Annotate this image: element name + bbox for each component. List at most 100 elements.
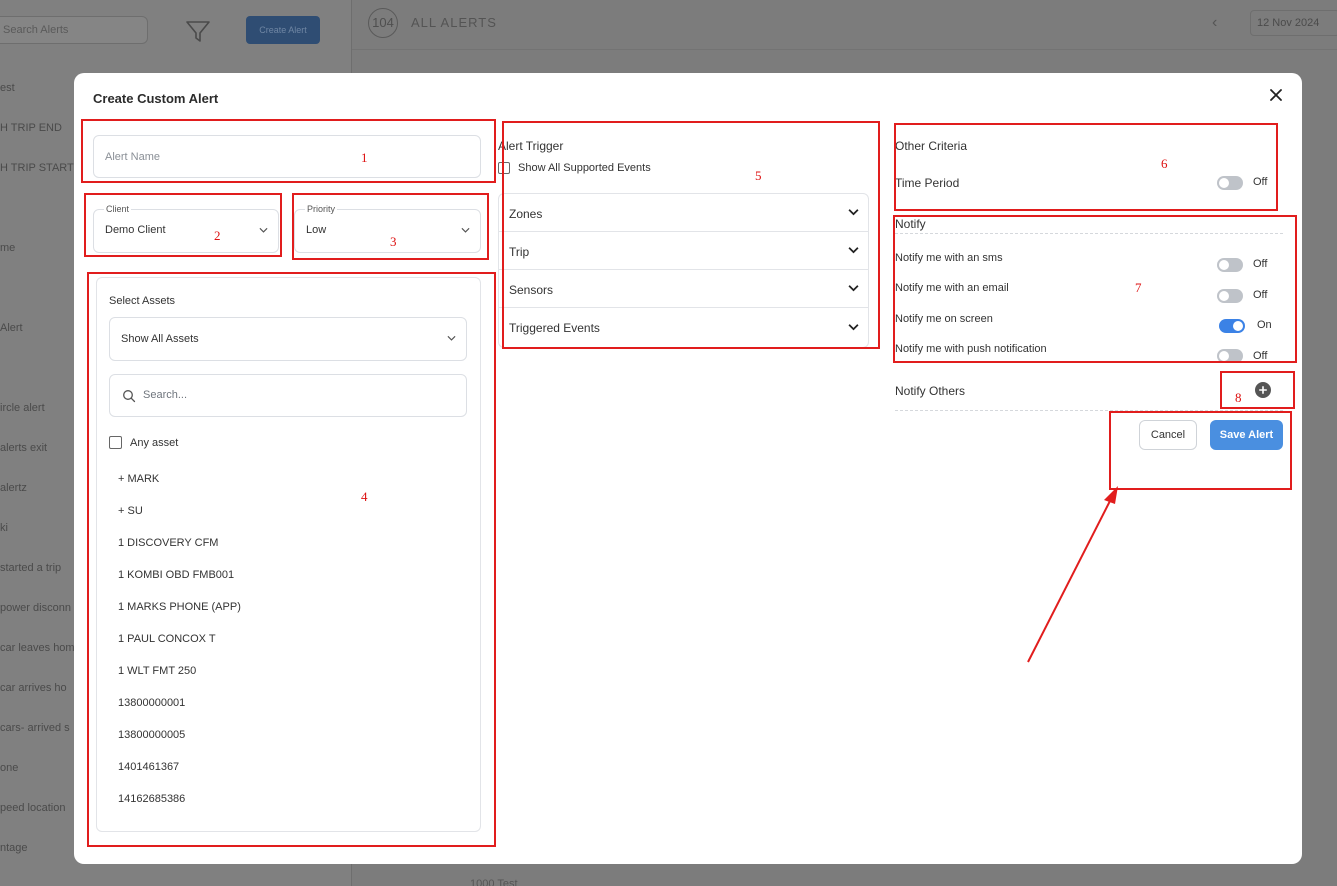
asset-list-item[interactable]: 1 PAUL CONCOX T — [118, 633, 241, 665]
notify-title: Notify — [895, 217, 926, 231]
alert-list-item[interactable]: car leaves hom — [0, 642, 75, 654]
cancel-button[interactable]: Cancel — [1139, 420, 1197, 450]
chevron-down-icon — [848, 284, 859, 291]
divider — [895, 233, 1283, 234]
alert-list-item[interactable]: peed location — [0, 802, 65, 814]
show-all-events-option: Show All Supported Events — [498, 162, 651, 174]
assets-filter-select[interactable]: Show All Assets — [109, 317, 467, 361]
assets-search-input[interactable]: Search... — [109, 374, 467, 417]
alert-list-item[interactable]: ki — [0, 522, 8, 534]
notify-push-state: Off — [1253, 350, 1268, 362]
annotation-number: 2 — [214, 228, 221, 243]
asset-list-item[interactable]: 1401461367 — [118, 761, 241, 793]
alert-list-item[interactable]: started a trip — [0, 562, 61, 574]
divider — [895, 410, 1283, 411]
time-period-label: Time Period — [895, 176, 960, 190]
alerts-count-badge: 104 — [368, 8, 398, 38]
notify-sms-state: Off — [1253, 258, 1268, 270]
close-icon[interactable] — [1266, 85, 1286, 105]
chevron-down-icon — [447, 335, 456, 341]
chevron-down-icon — [848, 246, 859, 253]
time-period-toggle[interactable] — [1217, 176, 1243, 190]
notify-sms-label: Notify me with an sms — [895, 252, 1003, 264]
accordion-sensors[interactable]: Sensors — [499, 270, 868, 308]
alert-trigger-title: Alert Trigger — [498, 139, 564, 153]
alert-list-item[interactable]: alertz — [0, 482, 27, 494]
asset-list-item[interactable]: + SU — [118, 505, 241, 537]
asset-list-item[interactable]: 13800000001 — [118, 697, 241, 729]
accordion-zones[interactable]: Zones — [499, 194, 868, 232]
alert-list-item[interactable]: Alert — [0, 322, 23, 334]
chevron-down-icon — [259, 227, 268, 233]
show-all-events-checkbox[interactable] — [498, 162, 510, 174]
show-all-events-label: Show All Supported Events — [518, 162, 651, 174]
annotation-number: 1 — [361, 150, 368, 165]
alert-list-item[interactable]: one — [0, 762, 18, 774]
select-assets-label: Select Assets — [109, 295, 176, 307]
chevron-down-icon — [848, 208, 859, 215]
alert-name-placeholder: Alert Name — [105, 150, 161, 163]
any-asset-checkbox[interactable] — [109, 436, 122, 449]
priority-value: Low — [306, 224, 327, 236]
client-label: Client — [104, 204, 132, 214]
asset-list-item[interactable]: 13800000005 — [118, 729, 241, 761]
assets-search-placeholder: Search... — [143, 389, 188, 401]
asset-list-item[interactable]: + MARK — [118, 473, 241, 505]
assets-filter-value: Show All Assets — [121, 333, 199, 345]
notify-email-label: Notify me with an email — [895, 282, 1009, 294]
select-assets-panel: Select Assets Show All Assets Search... … — [96, 277, 481, 832]
create-alert-button[interactable]: Create Alert — [246, 16, 320, 44]
accordion-label: Zones — [509, 207, 543, 221]
chevron-left-icon[interactable]: ‹ — [1212, 14, 1217, 32]
date-picker[interactable]: 12 Nov 2024 — [1250, 10, 1337, 36]
alert-list-item[interactable]: H TRIP END — [0, 122, 62, 134]
priority-select[interactable]: Priority Low — [294, 204, 481, 253]
save-alert-button[interactable]: Save Alert — [1210, 420, 1283, 450]
annotation-number: 5 — [755, 168, 762, 183]
alert-name-input[interactable]: Alert Name — [93, 135, 481, 178]
notify-screen-label: Notify me on screen — [895, 313, 993, 325]
client-value: Demo Client — [105, 224, 166, 236]
accordion-label: Trip — [509, 245, 530, 259]
client-select[interactable]: Client Demo Client — [93, 204, 279, 253]
notify-email-state: Off — [1253, 289, 1268, 301]
annotation-number: 4 — [361, 489, 368, 504]
notify-email-toggle[interactable] — [1217, 289, 1243, 303]
asset-list-item[interactable]: 1 DISCOVERY CFM — [118, 537, 241, 569]
asset-list-item[interactable]: 1 MARKS PHONE (APP) — [118, 601, 241, 633]
notify-screen-state: On — [1257, 319, 1272, 331]
notify-sms-toggle[interactable] — [1217, 258, 1243, 272]
alert-list-item[interactable]: H TRIP START — [0, 162, 74, 174]
page-title: ALL ALERTS — [411, 15, 497, 30]
search-alerts-input[interactable]: Search Alerts — [0, 16, 148, 44]
annotation-number: 3 — [390, 234, 397, 249]
alert-list-item[interactable]: ircle alert — [0, 402, 45, 414]
add-circle-icon[interactable] — [1255, 382, 1271, 398]
accordion-triggered-events[interactable]: Triggered Events — [499, 308, 868, 347]
alert-list-item[interactable]: car arrives ho — [0, 682, 67, 694]
alert-list-item[interactable]: alerts exit — [0, 442, 47, 454]
alert-list-item[interactable]: cars- arrived s — [0, 722, 70, 734]
asset-list-item[interactable]: 1 KOMBI OBD FMB001 — [118, 569, 241, 601]
filter-icon[interactable] — [184, 17, 212, 45]
notify-others-label: Notify Others — [895, 384, 966, 398]
asset-list: + MARK + SU 1 DISCOVERY CFM 1 KOMBI OBD … — [118, 473, 241, 825]
time-period-state: Off — [1253, 176, 1268, 188]
alert-list-item[interactable]: est — [0, 82, 15, 94]
other-criteria-title: Other Criteria — [895, 139, 968, 153]
annotation-number: 8 — [1235, 390, 1242, 405]
asset-list-item[interactable]: 1 WLT FMT 250 — [118, 665, 241, 697]
accordion-label: Triggered Events — [509, 321, 600, 335]
alert-row: 1000 Test — [470, 878, 518, 886]
accordion-trip[interactable]: Trip — [499, 232, 868, 270]
alert-list-item[interactable]: ntage — [0, 842, 28, 854]
notify-push-toggle[interactable] — [1217, 349, 1243, 363]
annotation-number: 6 — [1161, 156, 1168, 171]
notify-screen-toggle[interactable] — [1219, 319, 1245, 333]
alert-list-item[interactable]: me — [0, 242, 15, 254]
accordion-label: Sensors — [509, 283, 554, 297]
alert-list-item[interactable]: power disconn — [0, 602, 71, 614]
notify-push-label: Notify me with push notification — [895, 343, 1047, 355]
annotation-number: 7 — [1135, 280, 1142, 295]
asset-list-item[interactable]: 14162685386 — [118, 793, 241, 825]
